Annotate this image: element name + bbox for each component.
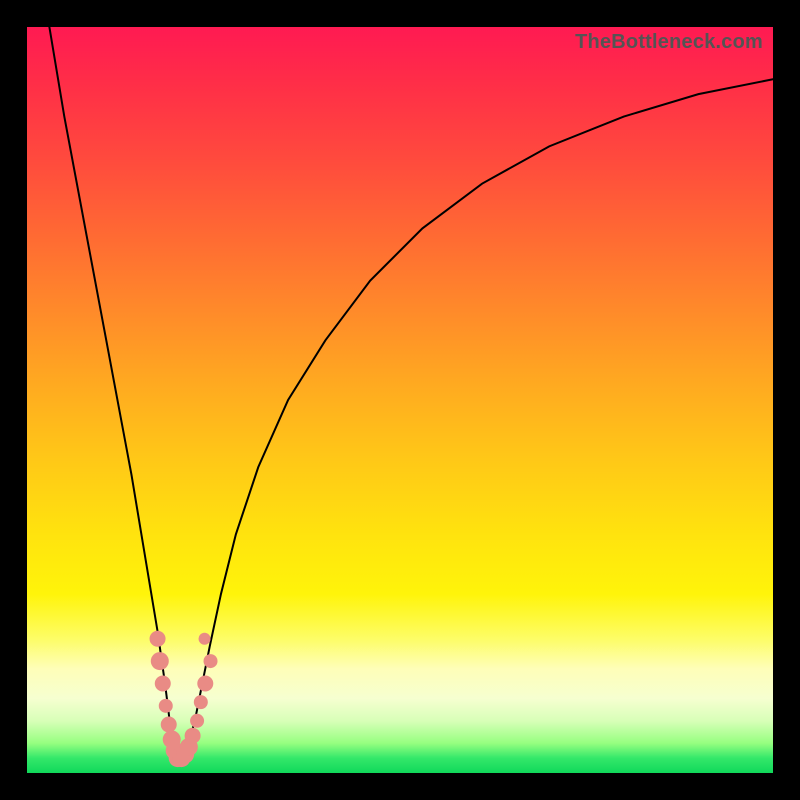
curve-layer (27, 27, 773, 773)
data-marker (151, 652, 169, 670)
chart-frame: TheBottleneck.com (0, 0, 800, 800)
plot-area: TheBottleneck.com (27, 27, 773, 773)
data-marker (161, 717, 177, 733)
data-marker (204, 654, 218, 668)
data-marker (185, 728, 201, 744)
data-marker (194, 695, 208, 709)
data-marker (159, 699, 173, 713)
data-marker (199, 633, 211, 645)
data-marker (190, 714, 204, 728)
data-marker (150, 631, 166, 647)
data-marker (155, 675, 171, 691)
data-marker (197, 675, 213, 691)
